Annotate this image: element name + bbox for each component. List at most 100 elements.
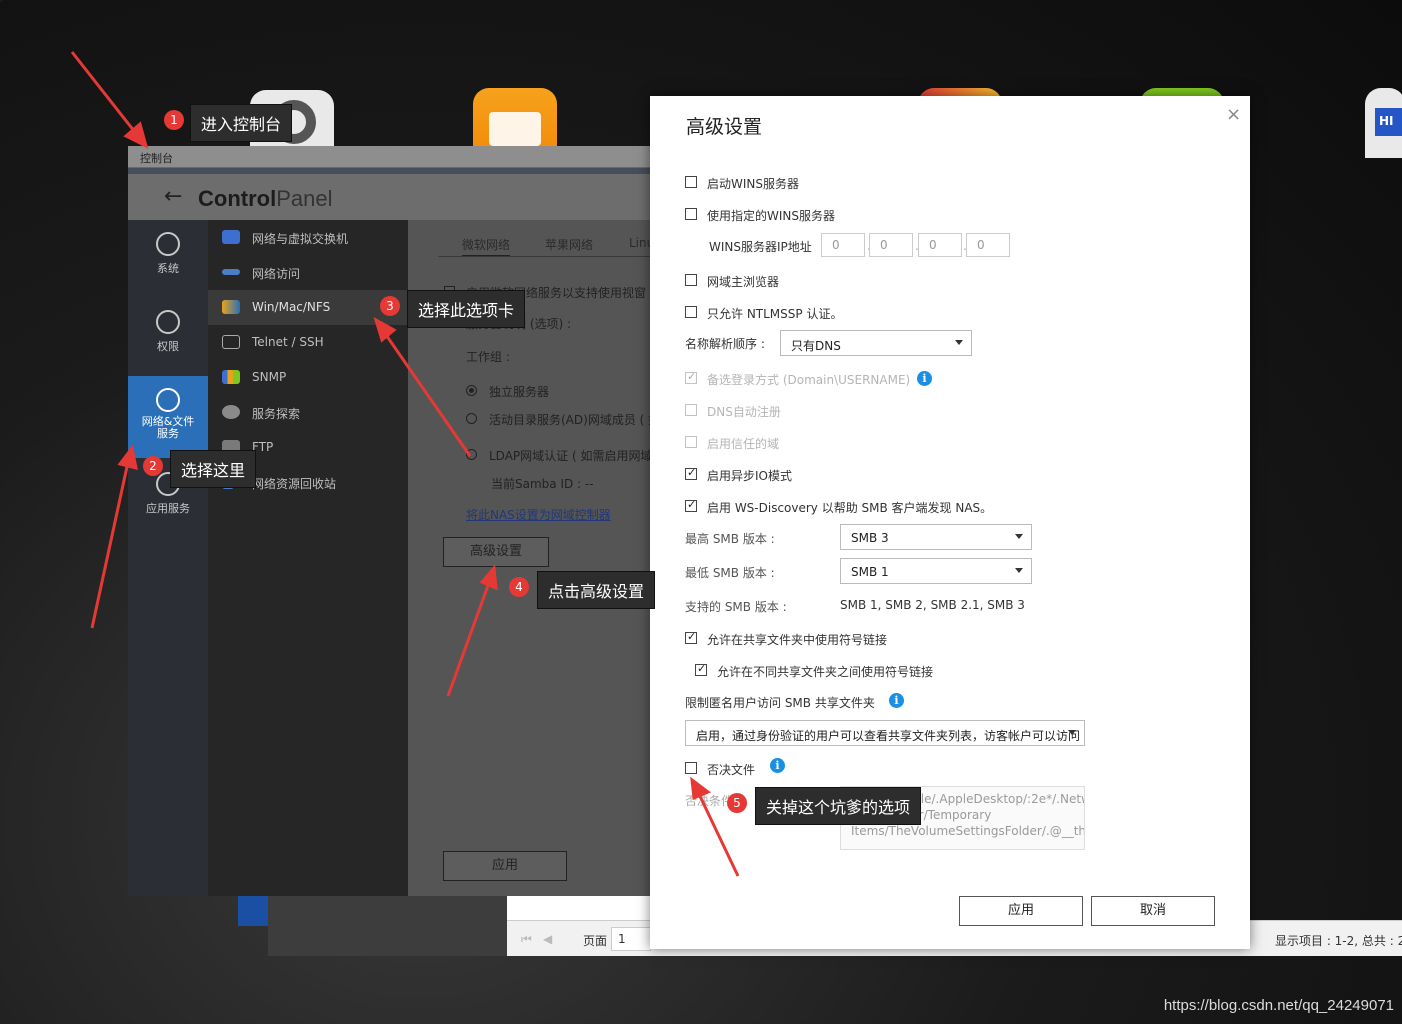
page-label: 页面 xyxy=(583,934,608,948)
wins-ip-octet-3[interactable]: 0 xyxy=(918,233,962,257)
chevron-down-icon xyxy=(1015,534,1023,539)
globe-icon xyxy=(156,388,180,412)
window-titlebar[interactable]: 控制台 xyxy=(128,146,650,168)
async-io-checkbox[interactable] xyxy=(685,466,697,480)
sub-nav: 网络与虚拟交换机 网络访问 Win/Mac/NFS Telnet / SSH S… xyxy=(208,220,408,896)
app-icon-hi[interactable]: HI xyxy=(1365,88,1402,158)
dialog-title: 高级设置 xyxy=(686,116,763,138)
ws-discovery-checkbox[interactable] xyxy=(685,498,697,512)
info-icon[interactable]: i xyxy=(889,693,904,708)
close-icon[interactable]: × xyxy=(1226,104,1241,125)
dialog-cancel-button[interactable]: 取消 xyxy=(1091,896,1215,926)
restrict-anon-label: 限制匿名用户访问 SMB 共享文件夹 xyxy=(685,696,875,710)
annotation-tip-2: 选择这里 xyxy=(170,450,257,488)
prev-page-icon[interactable]: ◀ xyxy=(543,932,552,946)
enable-wins-checkbox[interactable] xyxy=(685,176,697,188)
dns-register-checkbox[interactable] xyxy=(685,404,697,416)
control-panel-window: 控制台 ← ControlPanel 系统 权限 网络&文件 服务 应用服务 网… xyxy=(128,146,660,896)
left-nav-system[interactable]: 系统 xyxy=(128,220,208,295)
ntlmssp-checkbox[interactable] xyxy=(685,306,697,318)
wins-ip-octet-2[interactable]: 0 xyxy=(869,233,913,257)
workgroup-label: 工作组 : xyxy=(466,350,510,364)
info-icon[interactable]: i xyxy=(917,371,932,386)
ldap-auth-label: LDAP网域认证 ( 如需启用网域 xyxy=(489,449,653,463)
use-wins-checkbox[interactable] xyxy=(685,208,697,220)
annotation-number-1: 1 xyxy=(164,110,184,130)
tab-apple-network[interactable]: 苹果网络 xyxy=(545,236,593,253)
ntlmssp-label: 只允许 NTLMSSP 认证。 xyxy=(707,307,843,321)
info-icon[interactable]: i xyxy=(770,758,785,773)
left-nav-privilege[interactable]: 权限 xyxy=(128,298,208,373)
control-panel-header: ← ControlPanel xyxy=(128,168,650,220)
annotation-number-2: 2 xyxy=(143,456,163,476)
left-nav-network-file-services[interactable]: 网络&文件 服务 xyxy=(128,376,208,458)
annotation-tip-1: 进入控制台 xyxy=(190,104,293,142)
set-domain-controller-link[interactable]: 将此NAS设置为网域控制器 xyxy=(466,506,611,523)
main-apply-button[interactable]: 应用 xyxy=(443,851,567,881)
wins-ip-octet-4[interactable]: 0 xyxy=(966,233,1010,257)
sub-nav-network-switch[interactable]: 网络与虚拟交换机 xyxy=(208,220,408,255)
chevron-down-icon xyxy=(955,340,963,345)
sub-nav-label: 网络访问 xyxy=(252,267,301,281)
dns-register-label: DNS自动注册 xyxy=(707,405,781,419)
max-smb-label: 最高 SMB 版本 : xyxy=(685,532,775,546)
tab-microsoft-network[interactable]: 微软网络 xyxy=(462,236,511,257)
veto-files-checkbox[interactable] xyxy=(685,762,697,774)
terminal-icon xyxy=(222,335,240,349)
trusted-domain-checkbox[interactable] xyxy=(685,436,697,448)
display-items-text: 显示项目 : 1-2, 总共 : 2 xyxy=(1275,934,1402,948)
window-label: 控制台 xyxy=(140,152,173,165)
network-switch-icon xyxy=(222,230,240,244)
trusted-domain-label: 启用信任的域 xyxy=(707,437,780,451)
network-access-icon xyxy=(222,269,240,275)
async-io-label: 启用异步IO模式 xyxy=(707,469,792,483)
allow-symlink-checkbox[interactable] xyxy=(685,630,697,644)
ldap-auth-radio[interactable] xyxy=(466,449,477,460)
allow-symlink-cross-checkbox[interactable] xyxy=(695,662,707,676)
wins-ip-label: WINS服务器IP地址 xyxy=(709,240,812,254)
sub-nav-win-mac-nfs[interactable]: Win/Mac/NFS xyxy=(208,290,408,325)
sub-nav-label: 服务探索 xyxy=(252,407,301,421)
sub-nav-label: Win/Mac/NFS xyxy=(252,300,331,314)
standalone-server-radio[interactable] xyxy=(466,385,477,396)
login-style-checkbox[interactable] xyxy=(685,370,697,384)
max-smb-value: SMB 3 xyxy=(851,531,889,545)
wins-ip-octet-1[interactable]: 0 xyxy=(821,233,865,257)
restrict-anon-select[interactable]: 启用，通过身份验证的用户可以查看共享文件夹列表，访客帐户可以访问 xyxy=(685,720,1085,746)
samba-id-text: 当前Samba ID : -- xyxy=(491,477,594,491)
chevron-down-icon xyxy=(1015,568,1023,573)
annotation-number-5: 5 xyxy=(727,793,747,813)
standalone-server-label: 独立服务器 xyxy=(489,385,550,399)
sub-nav-service-discovery[interactable]: 服务探索 xyxy=(208,395,408,430)
max-smb-select[interactable]: SMB 3 xyxy=(840,524,1032,550)
domain-master-checkbox[interactable] xyxy=(685,274,697,286)
name-resolve-select[interactable]: 只有DNS xyxy=(780,330,972,356)
supported-smb-label: 支持的 SMB 版本 : xyxy=(685,600,787,614)
sub-nav-label: 网络与虚拟交换机 xyxy=(252,232,349,246)
annotation-tip-5: 关掉这个坑爹的选项 xyxy=(755,787,922,825)
background-window-panel xyxy=(507,896,650,920)
left-nav: 系统 权限 网络&文件 服务 应用服务 xyxy=(128,220,208,896)
hi-logo-icon: HI xyxy=(1375,108,1402,136)
annotation-number-4: 4 xyxy=(509,577,529,597)
sub-nav-telnet-ssh[interactable]: Telnet / SSH xyxy=(208,325,408,360)
dialog-apply-button[interactable]: 应用 xyxy=(959,896,1083,926)
background-window-strip xyxy=(268,896,508,956)
restrict-anon-value: 启用，通过身份验证的用户可以查看共享文件夹列表，访客帐户可以访问 xyxy=(696,729,1081,743)
back-arrow-icon[interactable]: ← xyxy=(164,184,182,209)
veto-condition-label: 否决条件 xyxy=(685,794,734,808)
ad-member-radio[interactable] xyxy=(466,413,477,424)
min-smb-select[interactable]: SMB 1 xyxy=(840,558,1032,584)
left-nav-label: 权限 xyxy=(157,340,179,353)
sub-nav-snmp[interactable]: SNMP xyxy=(208,360,408,395)
left-nav-label: 系统 xyxy=(157,262,179,275)
annotation-arrow-2 xyxy=(90,461,130,629)
user-icon xyxy=(156,310,180,334)
login-style-label: 备选登录方式 (Domain\USERNAME) xyxy=(707,373,911,387)
first-page-icon[interactable]: ⏮ xyxy=(521,932,532,947)
advanced-settings-button[interactable]: 高级设置 xyxy=(443,537,549,567)
sub-nav-network-access[interactable]: 网络访问 xyxy=(208,255,408,290)
annotation-tip-3: 选择此选项卡 xyxy=(407,290,526,328)
taskbar-app-tile[interactable] xyxy=(238,896,268,926)
page-input[interactable]: 1 xyxy=(611,927,651,951)
